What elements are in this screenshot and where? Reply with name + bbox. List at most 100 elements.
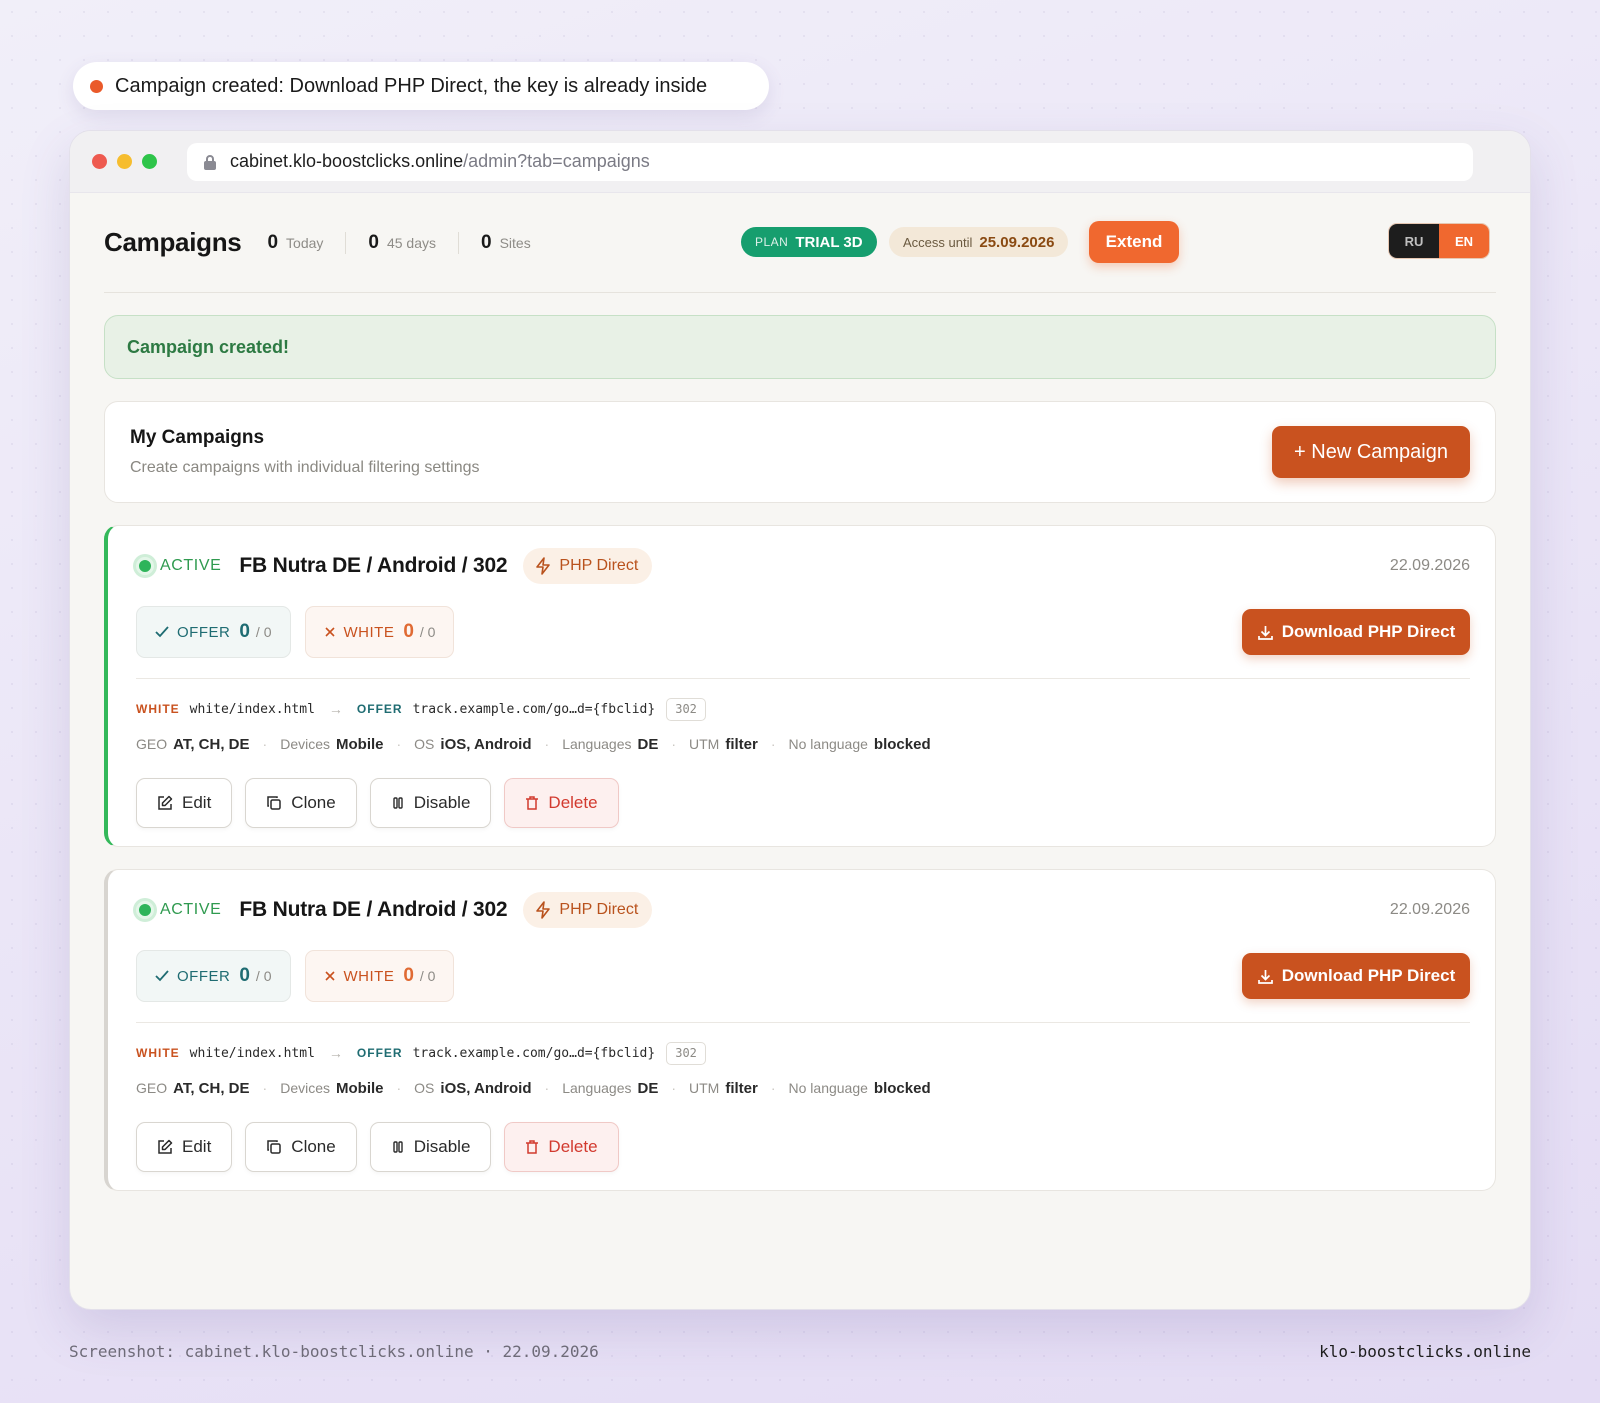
success-alert: Campaign created! — [104, 315, 1496, 379]
filter-no-language: blocked — [873, 1079, 931, 1097]
delete-button[interactable]: Delete — [504, 1122, 619, 1172]
divider — [136, 678, 1470, 679]
white-counter-value: 0 — [403, 621, 414, 642]
campaign-counters: OFFER 0 / 0 WHITE 0 / 0 Download PHP Dir… — [136, 606, 1470, 658]
filter-key: GEO — [136, 736, 168, 752]
filter-utm: filter — [725, 735, 758, 753]
plan-label: PLAN — [755, 235, 789, 249]
download-button-label: Download PHP Direct — [1281, 622, 1456, 641]
campaign-route: WHITE white/index.html → OFFER track.exa… — [136, 1041, 1470, 1065]
toast-status-dot — [90, 79, 103, 93]
status-label: ACTIVE — [160, 901, 222, 918]
stat-label: 45 days — [386, 234, 437, 251]
stat-today: 0 Today — [267, 232, 345, 254]
edit-label: Edit — [182, 793, 212, 812]
extend-button[interactable]: Extend — [1089, 221, 1179, 263]
clone-label: Clone — [291, 1137, 336, 1156]
access-until-badge: Access until 25.09.2026 — [889, 227, 1069, 257]
lang-ru-button[interactable]: RU — [1389, 224, 1439, 258]
offer-counter-value: 0 — [239, 965, 250, 986]
edit-icon — [158, 795, 173, 810]
filter-geo: AT, CH, DE — [173, 735, 250, 753]
stat-sites: 0 Sites — [458, 231, 553, 254]
delete-button[interactable]: Delete — [504, 778, 619, 828]
campaign-actions: Edit Clone Disable Delete — [136, 778, 1470, 828]
separator: · — [262, 736, 268, 752]
browser-window: cabinet.klo-boostclicks.online/admin?tab… — [69, 130, 1531, 1310]
offer-counter-label: OFFER — [177, 967, 231, 985]
clone-button[interactable]: Clone — [245, 778, 357, 828]
toast-notification: Campaign created: Download PHP Direct, t… — [73, 62, 769, 110]
white-counter-total: / 0 — [419, 624, 436, 640]
filter-os: iOS, Android — [440, 735, 532, 753]
separator: · — [671, 1080, 676, 1096]
campaign-header: ACTIVE FB Nutra DE / Android / 302 PHP D… — [136, 870, 1470, 950]
disable-label: Disable — [413, 793, 471, 812]
filter-key: GEO — [136, 1080, 168, 1096]
address-bar[interactable]: cabinet.klo-boostclicks.online/admin?tab… — [187, 142, 1473, 181]
url-path: /admin?tab=campaigns — [463, 151, 650, 171]
disable-button[interactable]: Disable — [369, 778, 492, 828]
filter-languages: DE — [637, 1079, 659, 1097]
minimize-window-icon[interactable] — [117, 154, 132, 169]
delete-label: Delete — [548, 793, 598, 812]
new-campaign-button[interactable]: + New Campaign — [1272, 426, 1470, 478]
filter-geo: AT, CH, DE — [173, 1079, 250, 1097]
stat-value: 0 — [481, 231, 492, 253]
campaign-card: ACTIVE FB Nutra DE / Android / 302 PHP D… — [104, 869, 1496, 1191]
disable-button[interactable]: Disable — [369, 1122, 492, 1172]
edit-icon — [158, 1139, 173, 1154]
my-campaigns-heading: My Campaigns Create campaigns with indiv… — [130, 427, 480, 477]
filter-key: No language — [788, 1080, 868, 1096]
filter-key: Languages — [562, 1080, 632, 1096]
download-php-direct-button[interactable]: Download PHP Direct — [1242, 609, 1470, 655]
campaign-type-badge: PHP Direct — [523, 892, 653, 928]
status-label: ACTIVE — [160, 557, 222, 574]
filter-key: OS — [414, 1080, 435, 1096]
edit-button[interactable]: Edit — [136, 1122, 233, 1172]
active-status-icon — [136, 901, 154, 919]
clone-button[interactable]: Clone — [245, 1122, 357, 1172]
alert-text: Campaign created! — [127, 336, 290, 357]
maximize-window-icon[interactable] — [142, 154, 157, 169]
filter-devices: Mobile — [336, 1079, 384, 1097]
campaign-card: ACTIVE FB Nutra DE / Android / 302 PHP D… — [104, 525, 1496, 847]
divider — [136, 1022, 1470, 1023]
lang-en-button[interactable]: EN — [1439, 224, 1489, 258]
campaign-route: WHITE white/index.html → OFFER track.exa… — [136, 697, 1470, 721]
cross-icon — [324, 971, 335, 981]
redirect-code-badge: 302 — [666, 697, 706, 721]
download-php-direct-button[interactable]: Download PHP Direct — [1242, 953, 1470, 999]
route-offer-label: OFFER — [356, 1046, 403, 1060]
trash-icon — [526, 1140, 539, 1154]
stat-label: Sites — [499, 234, 531, 251]
route-offer-label: OFFER — [356, 702, 403, 716]
white-counter-total: / 0 — [419, 968, 436, 984]
filter-key: UTM — [689, 1080, 720, 1096]
campaign-type-label: PHP Direct — [559, 557, 639, 574]
check-icon — [155, 970, 169, 982]
plan-badge: PLAN TRIAL 3D — [741, 227, 877, 257]
stat-label: Today — [286, 234, 324, 251]
download-button-label: Download PHP Direct — [1281, 966, 1456, 985]
copy-icon — [267, 796, 282, 810]
offer-counter-total: / 0 — [255, 624, 272, 640]
separator: · — [396, 736, 402, 752]
footer-caption: Screenshot: cabinet.klo-boostclicks.onli… — [69, 1342, 599, 1361]
close-window-icon[interactable] — [92, 154, 107, 169]
plan-value: TRIAL 3D — [795, 233, 863, 251]
download-icon — [1257, 969, 1273, 984]
section-title: My Campaigns — [130, 427, 265, 448]
active-status-icon — [136, 557, 154, 575]
campaign-actions: Edit Clone Disable Delete — [136, 1122, 1470, 1172]
separator: · — [544, 1080, 550, 1096]
filter-key: UTM — [689, 736, 720, 752]
route-white-label: WHITE — [136, 702, 180, 716]
edit-button[interactable]: Edit — [136, 778, 233, 828]
campaign-date: 22.09.2026 — [1389, 557, 1470, 574]
separator: · — [262, 1080, 268, 1096]
redirect-code-badge: 302 — [666, 1041, 706, 1065]
cross-icon — [324, 627, 335, 637]
filter-utm: filter — [725, 1079, 758, 1097]
lock-icon — [204, 154, 216, 170]
